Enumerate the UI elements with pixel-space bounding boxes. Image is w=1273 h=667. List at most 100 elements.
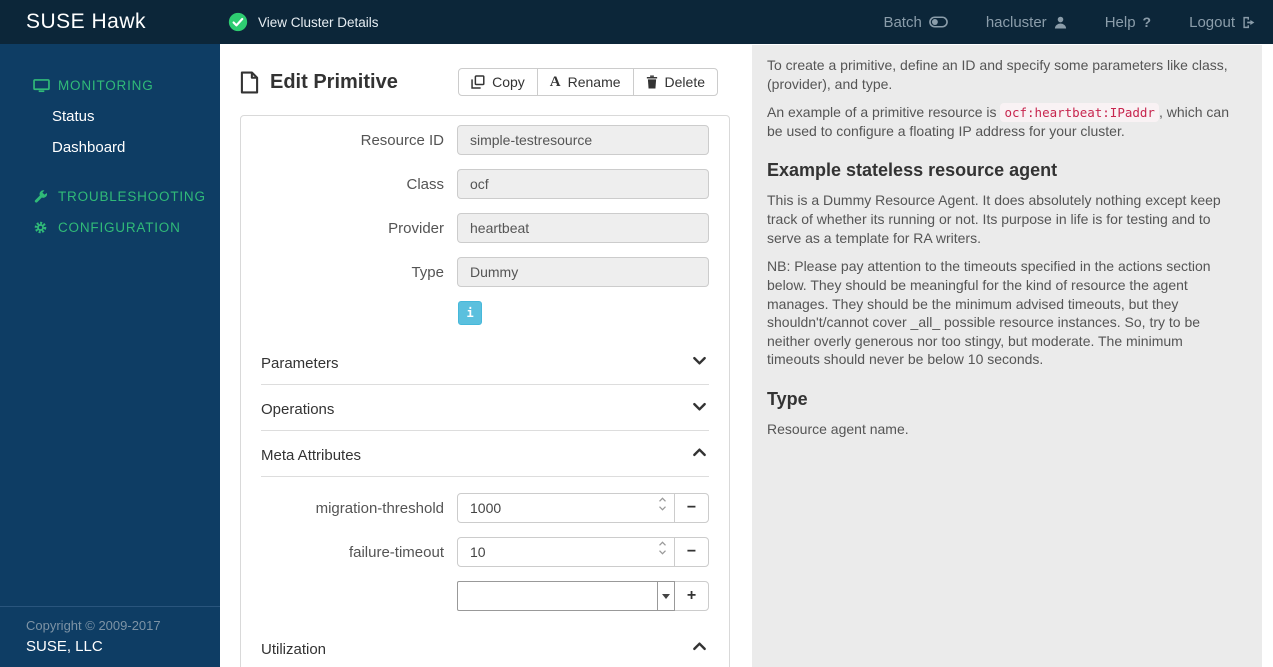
resource-id-label: Resource ID [360, 131, 444, 149]
help-heading-example-agent: Example stateless resource agent [767, 160, 1058, 181]
rename-label: Rename [567, 74, 621, 90]
monitor-icon [33, 78, 50, 93]
operations-label: Operations [261, 400, 335, 418]
sign-out-icon [1242, 16, 1255, 29]
help-heading-type: Type [767, 388, 808, 409]
sidebar-nav: MONITORING Status Dashboard TROUBLESHOOT… [0, 44, 220, 243]
type-label: Type [411, 263, 444, 281]
topbar: SUSE Hawk View Cluster Details Batch hac… [0, 0, 1273, 44]
copy-button[interactable]: Copy [458, 68, 538, 96]
provider-input [457, 213, 709, 243]
info-button[interactable]: i [458, 301, 483, 325]
code-snippet: ocf:heartbeat:IPaddr [1000, 103, 1159, 123]
sidebar-monitoring-label: MONITORING [58, 78, 154, 93]
meta-row-migration-threshold: migration-threshold − [261, 493, 709, 523]
meta-attributes-body: migration-threshold − failure-tim [261, 477, 709, 611]
sidebar-item-configuration[interactable]: CONFIGURATION [0, 212, 220, 243]
sidebar-item-status[interactable]: Status [0, 101, 220, 132]
chevron-down-icon [692, 399, 707, 419]
delete-label: Delete [664, 74, 705, 90]
type-input [457, 257, 709, 287]
document-icon [240, 70, 259, 94]
topnav: Batch hacluster Help ? Logout [845, 14, 1273, 31]
form-column: Edit Primitive Copy A Rename Delete Reso… [240, 44, 732, 667]
rename-button[interactable]: A Rename [536, 68, 634, 96]
cluster-status-label: View Cluster Details [258, 14, 379, 30]
edit-primitive-form: Resource ID Class Provider Type i Parame… [240, 115, 730, 667]
view-cluster-details-link[interactable]: View Cluster Details [228, 12, 379, 32]
resource-id-input [457, 125, 709, 155]
class-input [457, 169, 709, 199]
field-row-resource-id: Resource ID [261, 125, 709, 155]
main-content: Edit Primitive Copy A Rename Delete Reso… [220, 44, 1273, 667]
sidebar-item-dashboard[interactable]: Dashboard [0, 132, 220, 163]
chevron-up-icon [692, 445, 707, 465]
help-agent-description: This is a Dummy Resource Agent. It does … [767, 192, 1221, 246]
field-row-class: Class [261, 169, 709, 199]
page-header: Edit Primitive Copy A Rename Delete [240, 62, 732, 102]
help-panel: To create a primitive, define an ID and … [752, 45, 1262, 667]
failure-timeout-input[interactable] [457, 537, 675, 567]
copy-icon [471, 75, 485, 89]
operations-section-toggle[interactable]: Operations [261, 385, 709, 431]
gear-icon [33, 220, 50, 235]
field-row-provider: Provider [261, 213, 709, 243]
help-menu[interactable]: Help ? [1105, 14, 1151, 31]
cluster-ok-check-icon [228, 12, 248, 32]
add-attribute-button[interactable]: + [674, 581, 709, 611]
user-icon [1054, 16, 1067, 29]
class-label: Class [406, 175, 444, 193]
page-title: Edit Primitive [270, 70, 398, 93]
question-icon: ? [1142, 14, 1152, 30]
delete-button[interactable]: Delete [632, 68, 718, 96]
remove-attribute-button[interactable]: − [674, 493, 709, 523]
sidebar: MONITORING Status Dashboard TROUBLESHOOT… [0, 44, 220, 667]
help-type-description: Resource agent name. [767, 420, 909, 437]
number-spinner[interactable] [658, 541, 667, 555]
copyright-text: Copyright © 2009-2017 [26, 618, 161, 633]
wrench-icon [33, 189, 50, 204]
logout-label: Logout [1189, 13, 1235, 31]
utilization-label: Utilization [261, 640, 327, 658]
migration-threshold-label: migration-threshold [315, 499, 444, 517]
user-menu[interactable]: hacluster [986, 14, 1067, 31]
parameters-label: Parameters [261, 354, 339, 372]
provider-label: Provider [388, 219, 444, 237]
brand-logo[interactable]: SUSE Hawk [0, 10, 220, 34]
field-row-type: Type [261, 257, 709, 287]
number-spinner[interactable] [658, 497, 667, 511]
meta-row-failure-timeout: failure-timeout − [261, 537, 709, 567]
chevron-down-icon [692, 353, 707, 373]
help-agent-nb: NB: Please pay attention to the timeouts… [767, 258, 1211, 368]
help-text: An example of a primitive resource is [767, 104, 1001, 121]
primitive-toolbar: Copy A Rename Delete [458, 68, 718, 96]
copy-label: Copy [492, 74, 525, 90]
failure-timeout-label: failure-timeout [348, 543, 444, 561]
sidebar-item-monitoring[interactable]: MONITORING [0, 70, 220, 101]
meta-attributes-label: Meta Attributes [261, 446, 362, 464]
company-text: SUSE, LLC [26, 638, 103, 655]
parameters-section-toggle[interactable]: Parameters [261, 339, 709, 385]
batch-label: Batch [883, 13, 922, 31]
meta-row-new-attribute: + [261, 581, 709, 611]
username-label: hacluster [985, 13, 1047, 31]
font-icon: A [549, 73, 561, 90]
sidebar-troubleshooting-label: TROUBLESHOOTING [58, 189, 206, 204]
sidebar-configuration-label: CONFIGURATION [58, 220, 181, 235]
help-label: Help [1104, 13, 1136, 31]
meta-attributes-section-toggle[interactable]: Meta Attributes [261, 431, 709, 477]
trash-icon [646, 75, 658, 89]
logout-button[interactable]: Logout [1189, 14, 1255, 31]
new-attribute-select[interactable] [457, 581, 675, 611]
utilization-section-toggle[interactable]: Utilization [261, 625, 709, 667]
toggle-off-icon [928, 16, 948, 28]
help-intro-paragraph: To create a primitive, define an ID and … [767, 57, 1228, 92]
batch-mode-toggle[interactable]: Batch [883, 13, 948, 31]
info-row: i [261, 301, 709, 325]
migration-threshold-input[interactable] [457, 493, 675, 523]
remove-attribute-button[interactable]: − [674, 537, 709, 567]
sidebar-item-troubleshooting[interactable]: TROUBLESHOOTING [0, 181, 220, 212]
sidebar-footer: Copyright © 2009-2017 SUSE, LLC [0, 606, 220, 667]
help-example-paragraph: An example of a primitive resource is oc… [767, 103, 1234, 140]
select-caret-icon [657, 582, 674, 610]
